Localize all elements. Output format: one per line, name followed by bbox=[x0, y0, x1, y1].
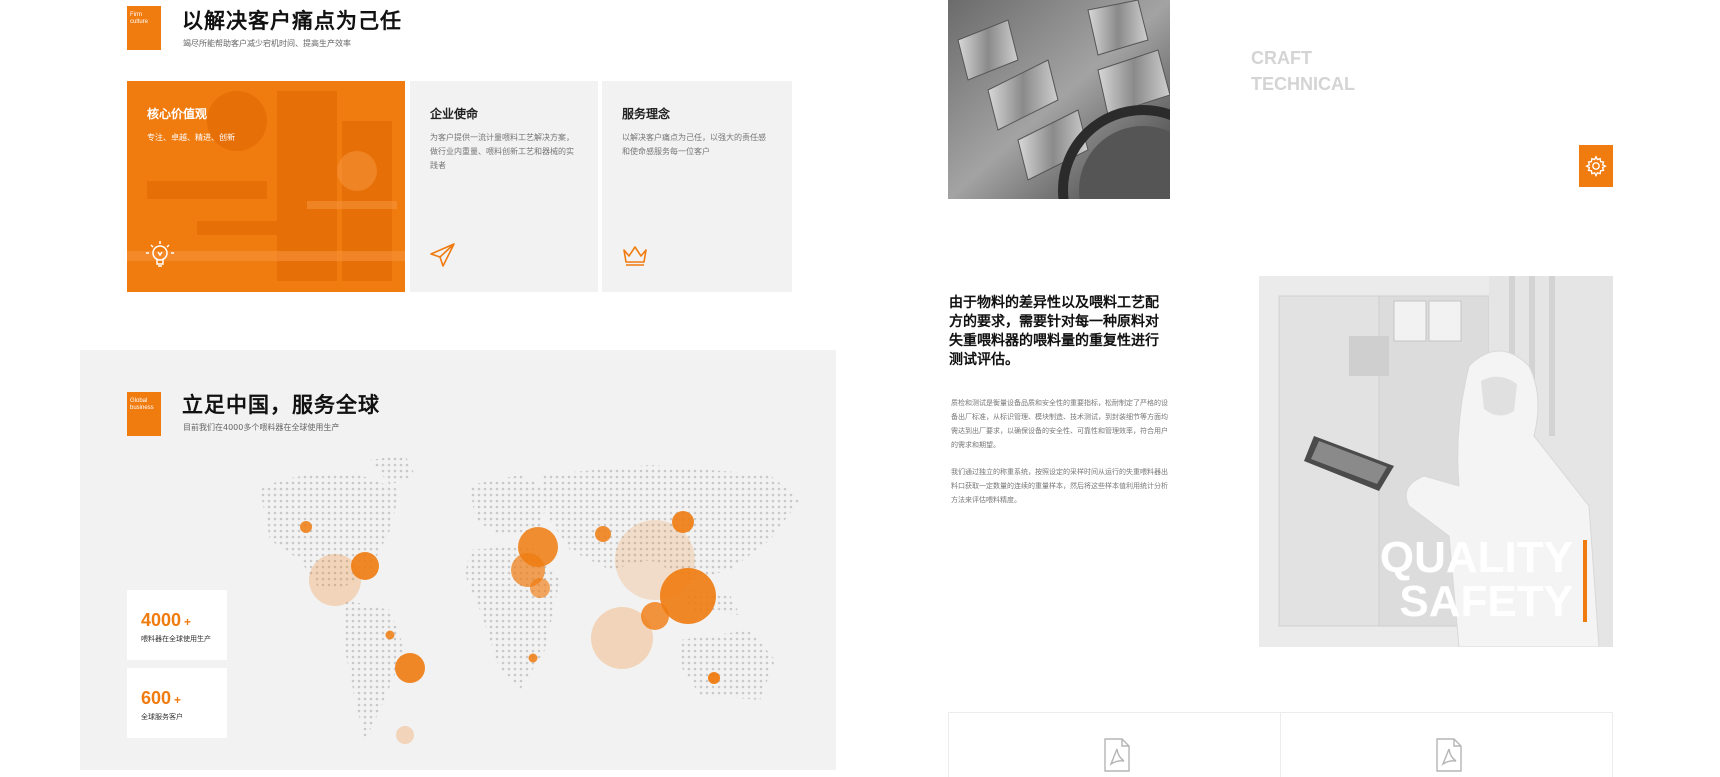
lab-technician-image: QUALITY SAFETY bbox=[1259, 276, 1613, 647]
accent-bar bbox=[1583, 540, 1587, 622]
mission-card[interactable]: 企业使命 为客户提供一流计量喂料工艺解决方案，做行业内重量、喂料创新工艺和器械的… bbox=[410, 81, 598, 292]
quality-paragraph-1: 质检和测试是衡量设备品质和安全性的重要指标，松耐制定了严格的设备出厂标准，从标识… bbox=[951, 399, 1168, 449]
world-map bbox=[260, 455, 800, 744]
gear-icon bbox=[1585, 155, 1607, 177]
global-business-tag-text: Global business bbox=[130, 398, 154, 411]
core-values-card[interactable]: 核心价值观 专注、卓越、精进、创新 bbox=[127, 81, 405, 292]
craft-line: CRAFT bbox=[1251, 48, 1312, 68]
global-subtitle: 目前我们在4000多个喂料器在全球使用生产 bbox=[183, 423, 340, 432]
card-desc: 专注、卓越、精进、创新 bbox=[147, 133, 235, 142]
quality-safety-overlay: QUALITY SAFETY bbox=[1380, 536, 1573, 624]
service-philosophy-card[interactable]: 服务理念 以解决客户痛点为己任，以强大的责任感和使命感服务每一位客户 bbox=[602, 81, 792, 292]
document-item[interactable] bbox=[949, 713, 1281, 777]
lightbulb-icon bbox=[146, 241, 174, 267]
gear-button[interactable] bbox=[1579, 145, 1613, 187]
firm-culture-tag: Firm culture bbox=[127, 6, 161, 50]
stat-number: 4000 + bbox=[141, 610, 192, 630]
quality-paragraph-2: 我们通过独立的称重系统，按照设定的采样时间从运行的失重喂料器出料口获取一定数量的… bbox=[951, 468, 1168, 504]
culture-title: 以解决客户痛点为己任 bbox=[182, 9, 402, 33]
card-title: 核心价值观 bbox=[147, 107, 208, 121]
card-desc: 为客户提供一流计量喂料工艺解决方案，做行业内重量、喂料创新工艺和器械的实践者 bbox=[430, 133, 574, 170]
card-title: 企业使命 bbox=[430, 107, 479, 121]
paper-plane-icon bbox=[430, 243, 455, 267]
safety-line: SAFETY bbox=[1399, 577, 1573, 626]
crown-icon bbox=[623, 246, 647, 266]
culture-subtitle: 竭尽所能帮助客户减少宕机时间、提高生产效率 bbox=[183, 39, 351, 48]
quality-headline: 由于物料的差异性以及喂料工艺配方的要求，需要针对每一种原料对失重喂料器的喂料量的… bbox=[949, 295, 1159, 368]
pdf-icon bbox=[1104, 738, 1130, 772]
card-desc: 以解决客户痛点为己任，以强大的责任感和使命感服务每一位客户 bbox=[622, 133, 766, 156]
firm-culture-tag-text: Firm culture bbox=[130, 12, 149, 25]
stat-number: 600 + bbox=[141, 688, 182, 708]
stat-customers: 600 + 全球服务客户 bbox=[127, 668, 227, 738]
craft-technical-heading: CRAFT TECHNICAL bbox=[1251, 45, 1355, 97]
card-title: 服务理念 bbox=[622, 107, 671, 121]
pdf-icon bbox=[1436, 738, 1462, 772]
global-business-tag: Global business bbox=[127, 392, 161, 436]
technical-line: TECHNICAL bbox=[1251, 74, 1355, 94]
document-item[interactable] bbox=[1281, 713, 1613, 777]
global-title: 立足中国，服务全球 bbox=[182, 393, 380, 417]
gear-image bbox=[948, 0, 1170, 199]
global-business-panel: Global business 立足中国，服务全球 目前我们在4000多个喂料器… bbox=[80, 350, 836, 770]
documents-row bbox=[948, 712, 1613, 777]
stat-label: 全球服务客户 bbox=[141, 713, 183, 721]
stat-feeders: 4000 + 喂料器在全球使用生产 bbox=[127, 590, 227, 660]
stat-label: 喂料器在全球使用生产 bbox=[141, 635, 211, 643]
quality-line: QUALITY bbox=[1379, 533, 1573, 582]
